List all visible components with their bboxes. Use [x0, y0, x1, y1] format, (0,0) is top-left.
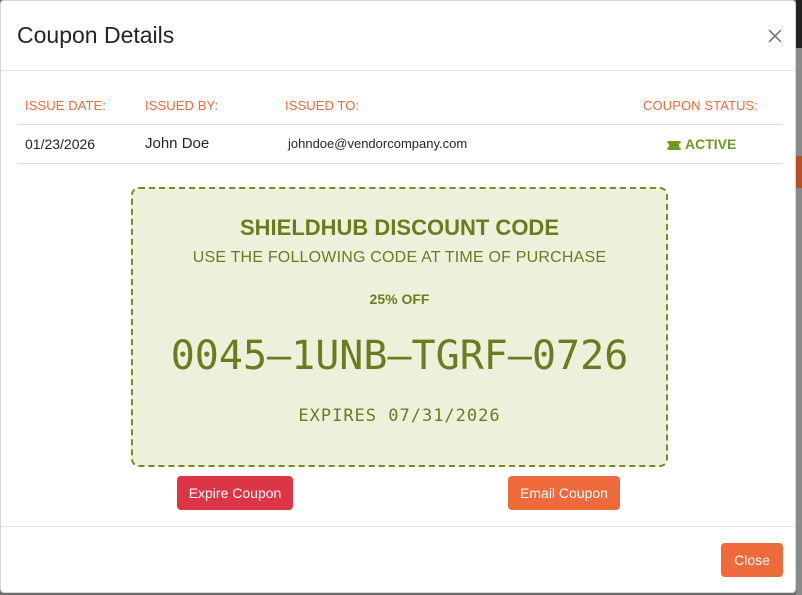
issue-date-header: ISSUE DATE:	[25, 98, 107, 113]
coupon-status-header: COUPON STATUS:	[643, 98, 759, 113]
coupon-card: SHIELDHUB DISCOUNT CODE USE THE FOLLOWIN…	[131, 187, 668, 467]
coupon-details-modal: Coupon Details ISSUE DATE: ISSUED BY: IS…	[0, 0, 796, 593]
modal-header: Coupon Details	[1, 1, 795, 71]
status-label: ACTIVE	[685, 136, 737, 152]
expire-coupon-button[interactable]: Expire Coupon	[177, 476, 293, 510]
issued-to-header: ISSUED TO:	[285, 98, 360, 113]
modal-footer-divider	[1, 526, 795, 527]
background-navbar	[796, 0, 802, 48]
close-icon[interactable]	[764, 25, 786, 47]
status-badge: ACTIVE	[666, 125, 737, 163]
issued-by-header: ISSUED BY:	[145, 98, 219, 113]
modal-title: Coupon Details	[17, 22, 175, 48]
close-button[interactable]: Close	[721, 543, 783, 577]
coupon-code: 0045–1UNB–TGRF–0726	[170, 333, 629, 379]
info-value-row: 01/23/2026 John Doe johndoe@vendorcompan…	[17, 125, 783, 164]
background-button	[796, 156, 802, 188]
coupon-expiration: EXPIRES 07/31/2026	[298, 406, 501, 426]
issued-to-value: johndoe@vendorcompany.com	[288, 136, 468, 151]
email-coupon-button[interactable]: Email Coupon	[508, 476, 620, 510]
coupon-info-table: ISSUE DATE: ISSUED BY: ISSUED TO: COUPON…	[17, 87, 783, 164]
ticket-icon	[666, 141, 682, 150]
coupon-brand: SHIELDHUB DISCOUNT CODE	[239, 215, 559, 240]
issue-date-value: 01/23/2026	[25, 136, 96, 152]
info-header-row: ISSUE DATE: ISSUED BY: ISSUED TO: COUPON…	[17, 87, 783, 125]
coupon-discount: 25% OFF	[369, 291, 430, 307]
coupon-instruction: USE THE FOLLOWING CODE AT TIME OF PURCHA…	[192, 249, 607, 266]
issued-by-value: John Doe	[145, 135, 210, 152]
background-page	[796, 0, 802, 595]
